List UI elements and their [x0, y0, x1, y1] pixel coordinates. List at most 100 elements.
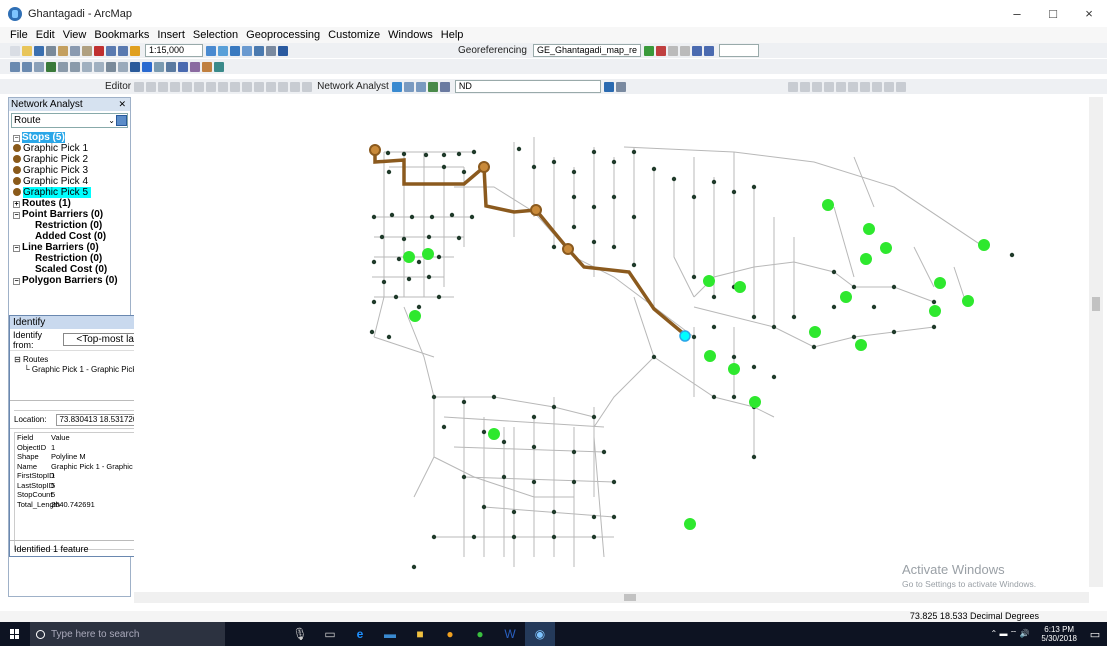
open-icon[interactable] — [22, 45, 32, 56]
tree-item-routes[interactable]: + Routes (1) — [11, 198, 128, 209]
fixed-zoom-out-icon[interactable] — [70, 61, 80, 72]
identify-icon[interactable] — [142, 61, 152, 72]
notification-icon[interactable]: ▭ — [1083, 622, 1107, 646]
georef-fit-icon[interactable] — [703, 45, 714, 56]
editor-toolbar-icon[interactable] — [206, 45, 216, 56]
tray-icons[interactable]: ⌃ ▬ ⌔ 🔊 — [991, 629, 1030, 639]
attributes-icon[interactable] — [266, 81, 277, 92]
topology-icon-9[interactable] — [883, 81, 894, 92]
paste-icon[interactable] — [82, 45, 92, 56]
reshape-icon[interactable] — [218, 81, 229, 92]
menu-help[interactable]: Help — [441, 29, 464, 41]
topology-icon-7[interactable] — [859, 81, 870, 92]
georef-table-icon[interactable] — [691, 45, 702, 56]
editor-more-icon[interactable] — [302, 81, 313, 92]
copy-icon[interactable] — [70, 45, 80, 56]
scrollbar-thumb[interactable] — [624, 594, 636, 601]
georef-transparency-input[interactable] — [718, 44, 759, 57]
search-window-icon[interactable] — [242, 45, 252, 56]
create-network-location-icon[interactable] — [403, 81, 414, 92]
word-icon[interactable]: W — [495, 622, 525, 646]
trace-icon[interactable] — [182, 81, 193, 92]
topology-icon-2[interactable] — [799, 81, 810, 92]
solve-icon[interactable] — [427, 81, 438, 92]
rotate-icon[interactable] — [254, 81, 265, 92]
zoom-out-icon[interactable] — [22, 61, 32, 72]
start-button[interactable] — [0, 622, 30, 646]
build-network-icon[interactable] — [603, 81, 614, 92]
arctoolbox-icon[interactable] — [254, 45, 264, 56]
select-features-icon[interactable] — [106, 61, 116, 72]
taskbar-clock[interactable]: 6:13 PM 5/30/2018 — [1041, 625, 1077, 643]
select-move-location-icon[interactable] — [415, 81, 426, 92]
vertical-scrollbar[interactable] — [1089, 97, 1103, 587]
menu-windows[interactable]: Windows — [388, 29, 433, 41]
tree-item-scaled-cost[interactable]: Scaled Cost (0) — [11, 264, 128, 275]
edit-vertices-icon[interactable] — [206, 81, 217, 92]
find-icon[interactable] — [190, 61, 200, 72]
topology-icon-8[interactable] — [871, 81, 882, 92]
menu-edit[interactable]: Edit — [36, 29, 55, 41]
edit-tool-icon[interactable] — [134, 81, 145, 92]
cut-icon[interactable] — [58, 45, 68, 56]
end-point-arc-icon[interactable] — [170, 81, 181, 92]
menu-bookmarks[interactable]: Bookmarks — [94, 29, 149, 41]
collapse-icon[interactable]: − — [13, 212, 20, 219]
tree-item-point-barriers[interactable]: − Point Barriers (0) — [11, 209, 128, 220]
collapse-icon[interactable]: − — [13, 278, 20, 285]
undo-icon[interactable] — [106, 45, 116, 56]
taskbar-search[interactable]: Type here to search — [30, 622, 225, 646]
save-icon[interactable] — [34, 45, 44, 56]
menu-selection[interactable]: Selection — [193, 29, 238, 41]
menu-geoprocessing[interactable]: Geoprocessing — [246, 29, 320, 41]
print-icon[interactable] — [46, 45, 56, 56]
full-extent-icon[interactable] — [46, 61, 56, 72]
stop-item[interactable]: Graphic Pick 1 — [11, 143, 128, 154]
panel-close-icon[interactable]: ✕ — [118, 98, 126, 111]
add-data-icon[interactable] — [130, 45, 140, 56]
measure-icon[interactable] — [178, 61, 188, 72]
menu-insert[interactable]: Insert — [157, 29, 185, 41]
selected-stop-point[interactable] — [679, 330, 691, 342]
pan-icon[interactable] — [34, 61, 44, 72]
close-button[interactable]: × — [1071, 0, 1107, 27]
html-popup-icon[interactable] — [166, 61, 176, 72]
delete-icon[interactable] — [94, 45, 104, 56]
go-to-xy-icon[interactable] — [202, 61, 212, 72]
time-slider-icon[interactable] — [214, 61, 224, 72]
topology-icon-4[interactable] — [823, 81, 834, 92]
cut-polygons-icon[interactable] — [230, 81, 241, 92]
chevron-down-icon[interactable]: ⌄ — [108, 114, 115, 127]
network-analyst-menu[interactable]: Network Analyst — [317, 81, 389, 92]
stop-item[interactable]: Graphic Pick 2 — [11, 154, 128, 165]
collapse-icon[interactable]: − — [13, 135, 20, 142]
arcmap-taskbar-icon[interactable]: ◉ — [525, 622, 555, 646]
app-green-icon[interactable]: ● — [465, 622, 495, 646]
stop-item-selected[interactable]: Graphic Pick 5 — [11, 187, 128, 198]
point-icon[interactable] — [194, 81, 205, 92]
new-icon[interactable] — [10, 45, 20, 56]
back-extent-icon[interactable] — [82, 61, 92, 72]
tree-item-polygon-barriers[interactable]: − Polygon Barriers (0) — [11, 275, 128, 286]
map-canvas[interactable] — [134, 97, 1089, 585]
zoom-in-icon[interactable] — [10, 61, 20, 72]
menu-view[interactable]: View — [63, 29, 87, 41]
tree-item-restriction[interactable]: Restriction (0) — [11, 220, 128, 231]
network-identify-icon[interactable] — [615, 81, 626, 92]
collapse-icon[interactable]: − — [13, 245, 20, 252]
forward-extent-icon[interactable] — [94, 61, 104, 72]
straight-segment-icon[interactable] — [158, 81, 169, 92]
task-view-icon[interactable]: ▭ — [315, 622, 345, 646]
network-dataset-select[interactable]: ND — [454, 80, 601, 93]
sketch-properties-icon[interactable] — [278, 81, 289, 92]
store-icon[interactable]: ■ — [405, 622, 435, 646]
hyperlink-icon[interactable] — [154, 61, 164, 72]
topology-icon-5[interactable] — [835, 81, 846, 92]
georef-add-control-points-icon[interactable] — [643, 45, 654, 56]
tree-item-stops[interactable]: − Stops (5) — [11, 132, 128, 143]
directions-icon[interactable] — [439, 81, 450, 92]
chrome-icon[interactable]: ● — [435, 622, 465, 646]
stop-item[interactable]: Graphic Pick 3 — [11, 165, 128, 176]
horizontal-scrollbar[interactable] — [134, 592, 1089, 603]
georeferencing-label[interactable]: Georeferencing — [458, 45, 527, 56]
